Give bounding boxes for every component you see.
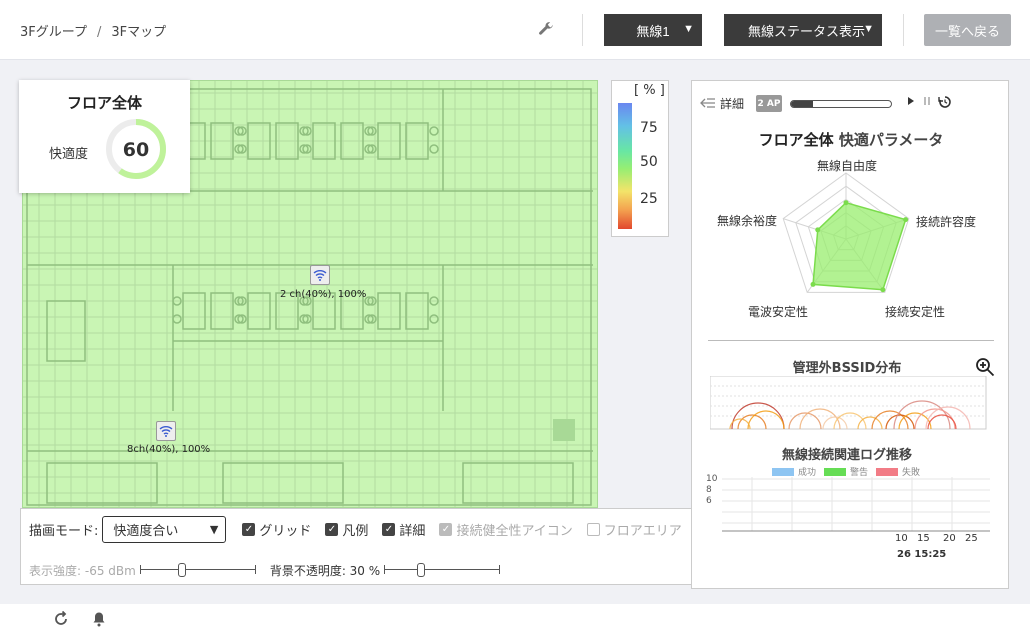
collapse-detail-button[interactable]: 詳細 <box>700 94 744 112</box>
detail-label: 詳細 <box>720 96 745 111</box>
header: 3Fグループ / 3Fマップ 無線1 ▼ 無線ステータス表示 ▼ 一覧へ戻る <box>0 0 1030 60</box>
checkbox <box>586 522 600 536</box>
radar-chart <box>782 172 910 293</box>
bssid-title: 管理外BSSID分布 <box>792 361 902 376</box>
playback-progress[interactable] <box>790 100 892 108</box>
checkbox-label: 接続健全性アイコン <box>456 523 573 539</box>
breadcrumb-map: 3Fマップ <box>111 25 167 40</box>
caret-down-icon: ▼ <box>863 23 874 35</box>
detail-panel: 詳細 2 AP フロア全体 快適パラメータ 無線自由度 接続許容度 接続安定性 … <box>691 80 1009 589</box>
log-y-tick: 6 <box>706 496 712 506</box>
checkbox-option[interactable]: ✓ 詳細 <box>382 520 425 539</box>
radar-series <box>812 201 907 291</box>
floor-card-title: フロア全体 <box>66 94 142 112</box>
comfort-score-ring: 60 <box>106 119 166 179</box>
collapse-arrow-icon <box>700 98 715 108</box>
slider-thumb[interactable] <box>177 563 186 577</box>
panel-divider <box>708 340 994 341</box>
radar-axis-label: 接続許容度 <box>916 215 977 229</box>
access-point-icon[interactable] <box>156 421 176 441</box>
log-x-tick: 25 <box>965 533 978 544</box>
floor-comfort-card: フロア全体 快適度 60 <box>19 80 190 193</box>
draw-mode-label: 描画モード: <box>29 523 99 539</box>
play-icon[interactable] <box>906 95 916 107</box>
log-x-tick: 15 <box>917 533 930 544</box>
breadcrumb-group[interactable]: 3Fグループ <box>20 25 87 40</box>
status-dropdown[interactable]: 無線ステータス表示 ▼ <box>724 14 882 46</box>
footer <box>0 604 1030 636</box>
log-trend-chart <box>722 477 990 532</box>
checkbox: ✓ <box>439 522 453 536</box>
param-title: フロア全体 快適パラメータ <box>692 129 1008 150</box>
legend-gradient <box>618 103 632 229</box>
history-icon[interactable] <box>938 95 952 109</box>
log-x-tick: 10 <box>895 533 908 544</box>
bssid-distribution-chart <box>710 376 987 430</box>
checkbox[interactable]: ✓ <box>325 522 339 536</box>
bg-opacity-label: 背景不透明度: 30 % <box>269 563 381 578</box>
legend-tick: 50 <box>640 154 658 170</box>
breadcrumb: 3Fグループ / 3Fマップ <box>20 21 166 40</box>
header-divider <box>903 14 904 46</box>
access-point-icon[interactable] <box>310 265 330 285</box>
radar-point <box>880 287 886 293</box>
draw-mode-select[interactable]: 快適度合い ▼ <box>102 515 227 543</box>
checkbox-option[interactable]: ✓ グリッド <box>242 520 311 539</box>
radar-axis-label: 接続安定性 <box>885 305 946 319</box>
wrench-icon[interactable] <box>537 20 555 38</box>
log-y-tick: 8 <box>706 485 712 495</box>
radar-point <box>815 227 821 233</box>
checkbox[interactable]: ✓ <box>242 522 256 536</box>
wifi-icon <box>313 270 327 281</box>
log-y-tick: 10 <box>706 474 718 484</box>
bg-opacity-slider[interactable] <box>384 563 501 577</box>
radar-axis-label: 無線自由度 <box>817 159 878 173</box>
breadcrumb-separator: / <box>96 25 102 40</box>
bell-icon[interactable] <box>91 611 107 627</box>
log-x-tick: 20 <box>943 533 956 544</box>
radar-point <box>903 217 909 223</box>
checkbox-label: 凡例 <box>342 523 369 539</box>
radar-point <box>843 200 849 206</box>
legend-tick: 75 <box>640 120 658 136</box>
draw-mode-value: 快適度合い <box>113 523 179 539</box>
back-to-list-button[interactable]: 一覧へ戻る <box>924 14 1011 46</box>
radio-dropdown[interactable]: 無線1 ▼ <box>604 14 702 46</box>
chevron-down-icon: ▼ <box>209 522 219 536</box>
slider-thumb[interactable] <box>416 563 425 577</box>
refresh-icon[interactable] <box>53 611 69 627</box>
radar-axis-label: 電波安定性 <box>748 305 809 319</box>
checkbox-option: ✓ 接続健全性アイコン <box>439 520 573 539</box>
pause-icon[interactable] <box>922 95 932 107</box>
color-legend: [ % ] 75 50 25 <box>611 80 669 237</box>
checkbox-label: グリッド <box>259 523 312 539</box>
legend-unit: [ % ] <box>634 83 665 98</box>
radar-axis-label: 無線余裕度 <box>717 214 778 228</box>
comfort-label: 快適度 <box>49 147 89 162</box>
header-divider <box>582 14 583 46</box>
radar-point <box>810 281 816 287</box>
radio-dropdown-label: 無線1 <box>636 23 670 39</box>
wifi-icon <box>159 426 173 437</box>
log-date: 26 15:25 <box>897 549 947 560</box>
checkbox-label: 詳細 <box>399 523 426 539</box>
checkbox[interactable]: ✓ <box>382 522 396 536</box>
legend-tick: 25 <box>640 191 658 207</box>
caret-down-icon: ▼ <box>683 23 694 35</box>
access-point-label: 2 ch(40%), 100% <box>280 289 367 300</box>
log-title: 無線接続関連ログ推移 <box>781 448 912 463</box>
comfort-score: 60 <box>123 139 149 161</box>
signal-strength-slider[interactable] <box>139 563 256 577</box>
status-dropdown-label: 無線ステータス表示 <box>748 23 866 39</box>
checkbox-option: フロアエリア <box>586 520 682 539</box>
param-title-sub: 快適パラメータ <box>838 131 944 149</box>
param-title-main: フロア全体 <box>758 131 834 149</box>
access-point-label: 8ch(40%), 100% <box>127 444 211 455</box>
checkbox-option[interactable]: ✓ 凡例 <box>325 520 368 539</box>
zoom-in-icon[interactable] <box>975 357 995 377</box>
signal-strength-label: 表示強度: -65 dBm <box>29 563 136 578</box>
ap-count-badge: 2 AP <box>756 95 782 112</box>
checkbox-label: フロアエリア <box>603 523 682 539</box>
